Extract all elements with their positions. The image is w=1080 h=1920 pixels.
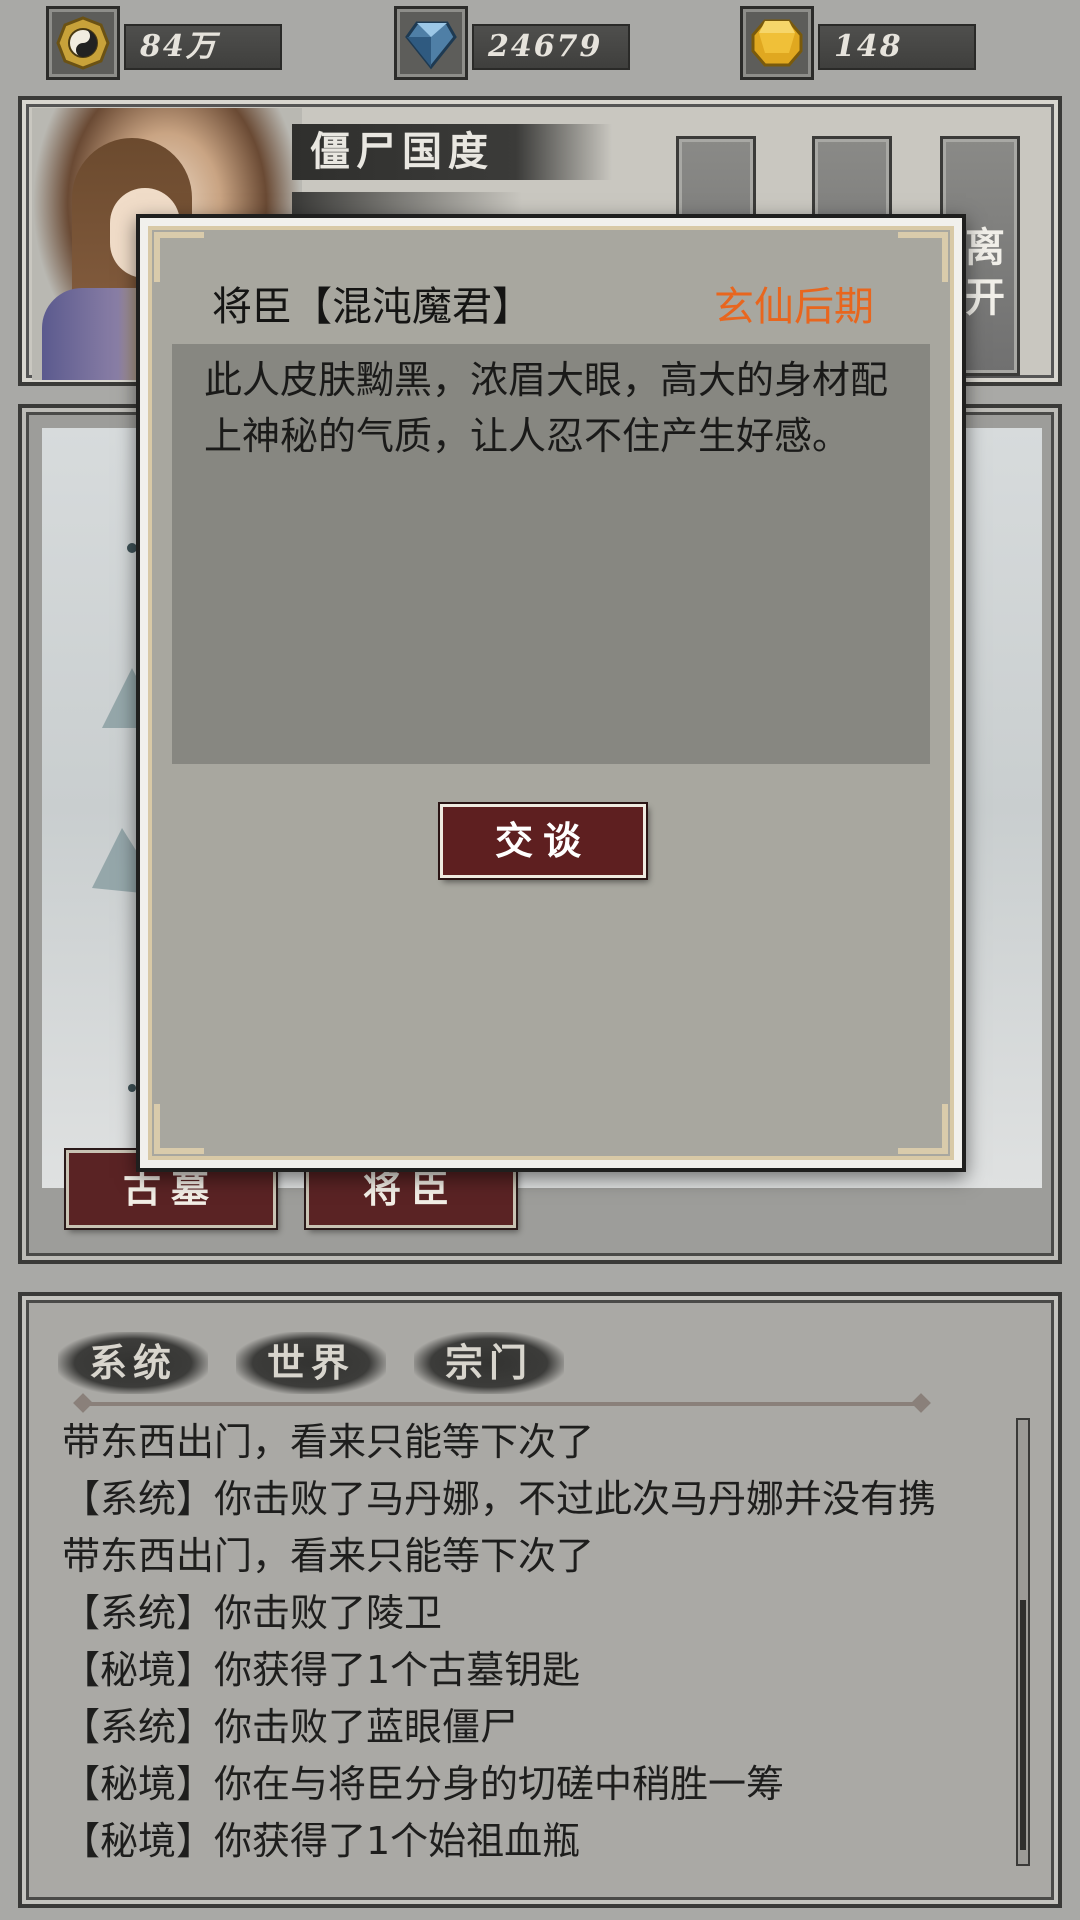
chat-scroll-thumb[interactable]	[1020, 1600, 1026, 1850]
npc-name: 将臣【混沌魔君】	[212, 284, 532, 330]
npc-dialog: 将臣【混沌魔君】 玄仙后期 此人皮肤黝黑，浓眉大眼，高大的身材配上神秘的气质，让…	[136, 214, 966, 1172]
chat-line: 【秘境】你获得了1个古墓钥匙	[62, 1648, 581, 1692]
chat-line: 【系统】你击败了陵卫	[62, 1591, 443, 1635]
blue-crystal-icon	[394, 6, 468, 80]
chat-divider	[82, 1402, 922, 1406]
crystals-value: 24679	[472, 24, 630, 70]
chat-line: 带东西出门，看来只能等下次了	[62, 1534, 595, 1578]
yin-yang-coin-icon	[46, 6, 120, 80]
chat-scrollbar[interactable]	[1016, 1418, 1030, 1866]
npc-description: 此人皮肤黝黑，浓眉大眼，高大的身材配上神秘的气质，让人忍不住产生好感。	[172, 344, 930, 764]
chat-line: 【秘境】你在与将臣分身的切磋中稍胜一筹	[62, 1762, 785, 1806]
npc-rank: 玄仙后期	[714, 284, 874, 330]
coins-value: 84万	[124, 24, 282, 70]
chat-tab-system[interactable]: 系统	[58, 1332, 208, 1394]
chat-line: 【系统】你击败了蓝眼僵尸	[62, 1705, 519, 1749]
chat-tab-sect[interactable]: 宗门	[414, 1332, 564, 1394]
chat-panel: 系统 世界 宗门 带东西出门，看来只能等下次了 【系统】你击败了马丹娜，不过此次…	[18, 1292, 1062, 1908]
chat-line: 带东西出门，看来只能等下次了	[62, 1420, 595, 1464]
gems-value: 148	[818, 24, 976, 70]
chat-line: 【系统】你击败了马丹娜，不过此次马丹娜并没有携	[62, 1477, 937, 1521]
location-title: 僵尸国度	[292, 124, 612, 180]
talk-button[interactable]: 交谈	[440, 804, 646, 878]
gold-gem-icon	[740, 6, 814, 80]
chat-log: 带东西出门，看来只能等下次了 【系统】你击败了马丹娜，不过此次马丹娜并没有携 带…	[62, 1414, 1012, 1870]
chat-line: 【秘境】你获得了1个始祖血瓶	[62, 1819, 581, 1863]
chat-tab-world[interactable]: 世界	[236, 1332, 386, 1394]
resource-bar: 84万 24679 148	[0, 0, 1080, 90]
